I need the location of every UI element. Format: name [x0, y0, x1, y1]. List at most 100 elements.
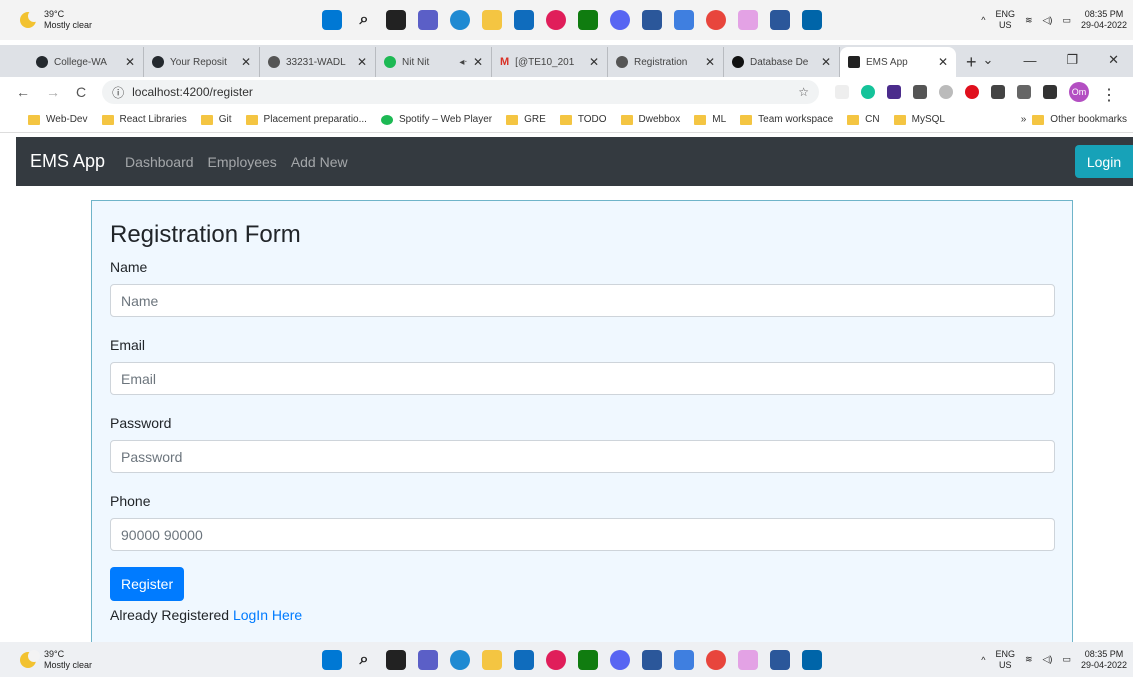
login-link[interactable]: LogIn Here [233, 607, 302, 623]
weather-widget[interactable]: 39°C Mostly clear [0, 9, 200, 31]
chevron-up-icon[interactable]: ^ [981, 15, 985, 25]
phone-field[interactable] [110, 518, 1055, 551]
bookmark-star-icon[interactable]: ☆ [798, 85, 809, 99]
edge-icon[interactable] [450, 10, 470, 30]
word-icon[interactable] [770, 10, 790, 30]
file-explorer-icon[interactable] [482, 649, 502, 670]
tab-item[interactable]: 33231-WADL ✕ [260, 47, 376, 77]
paint-icon[interactable] [738, 10, 758, 30]
battery-icon[interactable]: ▭ [1062, 654, 1071, 665]
bookmark-item[interactable]: Web-Dev [28, 114, 88, 125]
email-field[interactable] [110, 362, 1055, 395]
language-region[interactable]: US [995, 20, 1015, 31]
close-icon[interactable]: ✕ [705, 55, 715, 69]
vscode-insiders-icon[interactable] [674, 10, 694, 30]
slack-icon[interactable] [546, 649, 566, 670]
paint-icon[interactable] [738, 649, 758, 670]
url-input[interactable]: ⓘ localhost:4200/register ☆ [102, 80, 819, 104]
bookmark-item[interactable]: Git [200, 114, 232, 125]
clock-date[interactable]: 29-04-2022 [1081, 20, 1127, 31]
bookmark-item[interactable]: Placement preparatio... [245, 114, 367, 125]
minimize-icon[interactable]: — [1023, 53, 1036, 68]
windows-start-icon[interactable] [322, 10, 342, 30]
language-code[interactable]: ENG [995, 9, 1015, 20]
tab-item[interactable]: Database De ✕ [724, 47, 840, 77]
task-view-icon[interactable] [386, 649, 406, 670]
tab-item[interactable]: M [@TE10_201 ✕ [492, 47, 608, 77]
speaker-icon[interactable]: ◂ᐧ [459, 57, 467, 68]
volume-icon[interactable]: ◁) [1043, 15, 1053, 26]
tab-item[interactable]: Nit Nit ◂ᐧ ✕ [376, 47, 492, 77]
brand[interactable]: EMS App [30, 151, 105, 172]
close-icon[interactable]: ✕ [589, 55, 599, 69]
close-icon[interactable]: ✕ [125, 55, 135, 69]
menu-icon[interactable]: ⋮ [1101, 85, 1117, 104]
grammarly-icon[interactable] [861, 85, 875, 99]
extension-icon[interactable] [887, 85, 901, 99]
tab-item[interactable]: Your Reposit ✕ [144, 47, 260, 77]
extension-icon[interactable] [913, 85, 927, 99]
other-bookmarks[interactable]: » Other bookmarks [1021, 114, 1127, 125]
close-window-icon[interactable]: ✕ [1108, 52, 1119, 68]
edge-icon[interactable] [450, 649, 470, 670]
tab-active[interactable]: EMS App ✕ [840, 47, 956, 77]
name-field[interactable] [110, 284, 1055, 317]
close-icon[interactable]: ✕ [938, 55, 948, 69]
chrome-icon[interactable] [706, 649, 726, 670]
store-icon[interactable] [514, 10, 534, 30]
register-button[interactable]: Register [110, 567, 185, 601]
restore-icon[interactable]: ❐ [1066, 52, 1078, 68]
language-region[interactable]: US [995, 660, 1015, 671]
side-panel-icon[interactable] [1043, 85, 1057, 99]
windows-start-icon[interactable] [322, 649, 342, 670]
opera-icon[interactable] [965, 85, 979, 99]
avatar[interactable]: Om [1069, 82, 1089, 102]
password-field[interactable] [110, 440, 1055, 473]
close-icon[interactable]: ✕ [241, 55, 251, 69]
extension-icon[interactable] [939, 85, 953, 99]
language-code[interactable]: ENG [995, 649, 1015, 660]
chevron-up-icon[interactable]: ^ [981, 655, 985, 665]
login-button[interactable]: Login [1075, 145, 1133, 178]
battery-icon[interactable]: ▭ [1062, 15, 1071, 26]
forward-icon[interactable]: → [46, 84, 60, 100]
chevron-right-icon[interactable]: » [1021, 114, 1027, 125]
clock-time[interactable]: 08:35 PM [1081, 9, 1127, 20]
chat-icon[interactable] [418, 10, 438, 30]
close-icon[interactable]: ✕ [821, 55, 831, 69]
wifi-icon[interactable]: ≋ [1025, 654, 1033, 665]
reload-icon[interactable]: C [76, 84, 86, 100]
nav-link-employees[interactable]: Employees [208, 154, 277, 170]
extension-icon[interactable] [835, 85, 849, 99]
search-icon[interactable]: ⌕ [354, 10, 374, 30]
reading-list-icon[interactable] [1017, 85, 1031, 99]
bookmark-item[interactable]: CN [847, 114, 880, 125]
slack-icon[interactable] [546, 10, 566, 30]
word-icon[interactable] [770, 649, 790, 670]
puzzle-icon[interactable] [991, 85, 1005, 99]
discord-icon[interactable] [610, 10, 630, 30]
tab-item[interactable]: College-WA ✕ [28, 47, 144, 77]
info-icon[interactable]: ⓘ [112, 84, 124, 101]
store-icon[interactable] [514, 649, 534, 670]
bookmark-item[interactable]: React Libraries [101, 114, 187, 125]
wifi-icon[interactable]: ≋ [1025, 15, 1033, 26]
nav-link-dashboard[interactable]: Dashboard [125, 154, 194, 170]
nav-link-add-new[interactable]: Add New [291, 154, 348, 170]
close-icon[interactable]: ✕ [357, 55, 367, 69]
bookmark-item[interactable]: Spotify – Web Player [380, 114, 492, 125]
bookmark-item[interactable]: GRE [506, 114, 546, 125]
search-icon[interactable]: ⌕ [354, 650, 374, 670]
xbox-icon[interactable] [578, 649, 598, 670]
file-explorer-icon[interactable] [482, 10, 502, 30]
volume-icon[interactable]: ◁) [1043, 654, 1053, 665]
bookmark-item[interactable]: MySQL [893, 114, 945, 125]
bookmark-item[interactable]: ML [694, 114, 726, 125]
vscode-insiders-icon[interactable] [674, 649, 694, 670]
weather-widget[interactable]: 39°C Mostly clear [0, 649, 200, 671]
clock-date[interactable]: 29-04-2022 [1081, 660, 1127, 671]
tab-search-icon[interactable]: ⌄ [983, 52, 994, 68]
chat-icon[interactable] [418, 649, 438, 670]
bookmark-item[interactable]: TODO [559, 114, 607, 125]
bookmark-item[interactable]: Team workspace [740, 114, 833, 125]
